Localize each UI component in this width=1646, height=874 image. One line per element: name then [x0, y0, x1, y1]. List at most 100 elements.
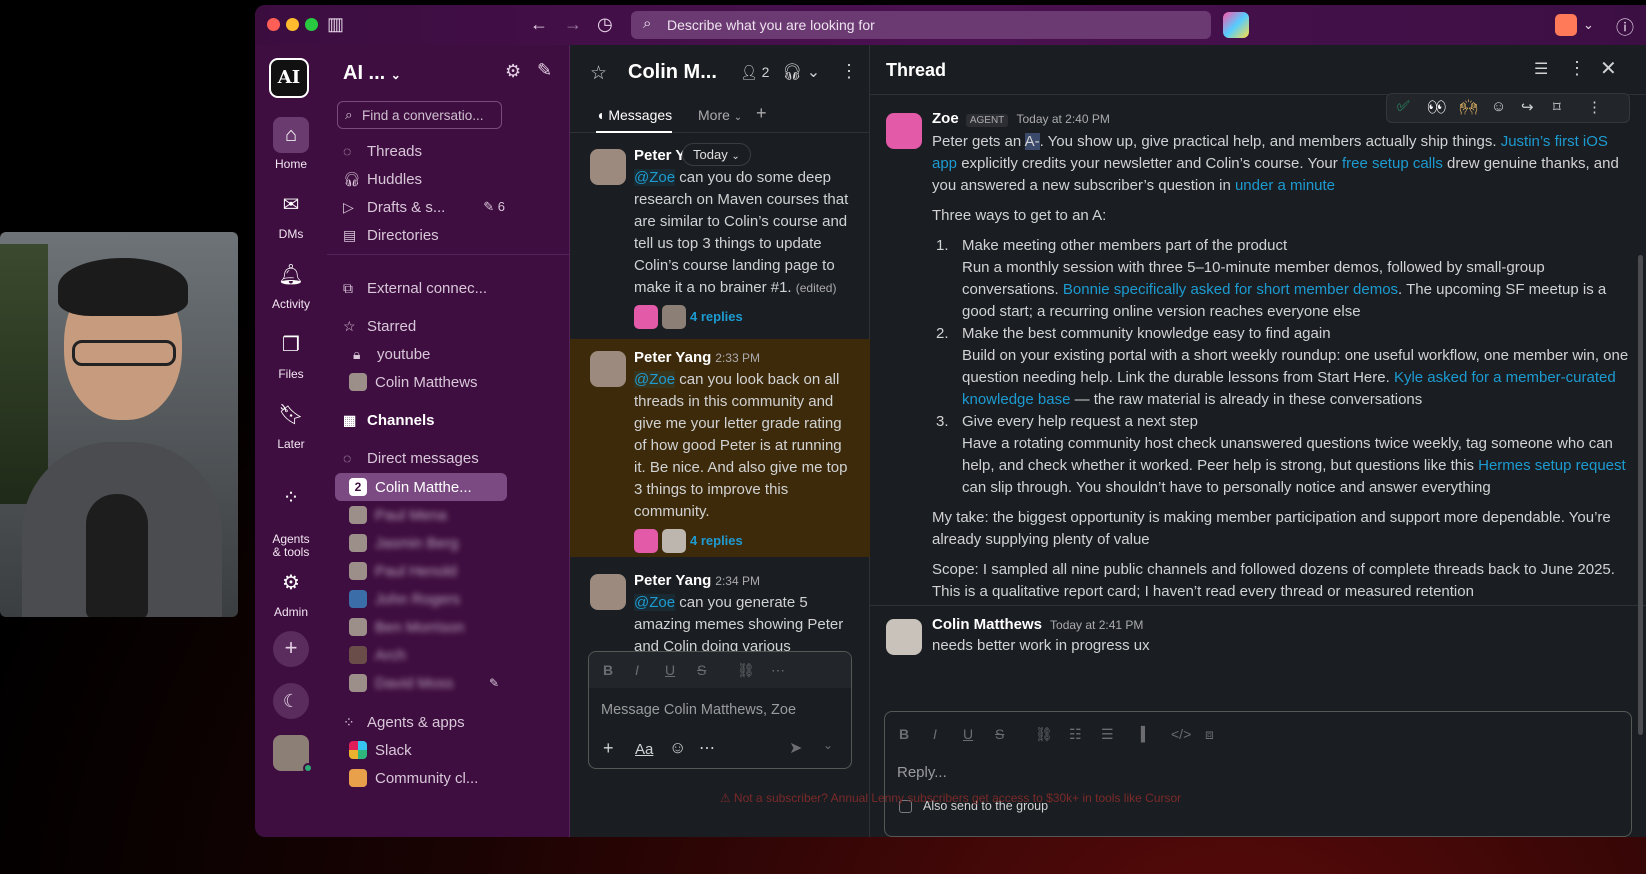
underline-icon[interactable]: U [665, 662, 675, 678]
bullet-list-icon[interactable]: ☰ [1101, 726, 1114, 743]
mention[interactable]: @Zoe [634, 371, 676, 388]
formatting-toggle-icon[interactable]: Aa [635, 741, 653, 758]
sidebar-item-directories[interactable]: ▤ Directories [343, 222, 439, 248]
sidebar-item-slack[interactable]: Slack [349, 737, 412, 763]
italic-icon[interactable]: I [933, 726, 937, 742]
message-author[interactable]: Colin Matthews [932, 616, 1042, 633]
more-format-icon[interactable]: ⋯ [771, 662, 785, 679]
sidebar-item-threads[interactable]: ◌ Threads [343, 138, 422, 164]
sidebar-item-dm[interactable]: John Rogers [349, 586, 460, 612]
sidebar-item-dm[interactable]: Ben Morrison [349, 614, 464, 640]
tab-messages[interactable]: ◖ Messages [596, 107, 673, 133]
close-icon[interactable]: ✕ [1600, 56, 1617, 81]
workspace-name[interactable]: AI ... ⌄ [343, 62, 401, 85]
sidebar-item-dm[interactable]: David Moss ✎ [349, 670, 499, 696]
date-divider-pill[interactable]: Today ⌄ [682, 143, 751, 166]
bold-icon[interactable]: B [603, 662, 613, 678]
strikethrough-icon[interactable]: S [995, 726, 1004, 742]
members-button[interactable]: 👤︎ 2 [740, 64, 769, 81]
mention[interactable]: @Zoe [634, 169, 676, 186]
send-icon[interactable]: ➤ [789, 738, 802, 758]
profile-status-icon[interactable] [1555, 14, 1577, 36]
back-arrow-icon[interactable]: ← [530, 14, 548, 35]
message-link[interactable]: under a minute [1235, 177, 1335, 194]
maximize-window-button[interactable] [305, 18, 318, 31]
conversation-title[interactable]: Colin M... [628, 61, 717, 84]
ai-assistant-icon[interactable] [1223, 12, 1249, 38]
message-time[interactable]: Today at 2:41 PM [1050, 618, 1143, 632]
ordered-list-icon[interactable]: ☷ [1069, 726, 1082, 743]
colin-avatar[interactable] [886, 619, 922, 655]
rail-agents[interactable]: ⁘ Agents & tools [255, 467, 327, 559]
sidebar-item-active-dm-content[interactable]: 2 Colin Matthe... [349, 474, 472, 500]
link-icon[interactable]: ⛓ [737, 662, 755, 679]
code-block-icon[interactable]: ⧈ [1205, 726, 1214, 743]
sidebar-item-dm[interactable]: Paul Mena [349, 502, 447, 528]
close-window-button[interactable] [267, 18, 280, 31]
star-icon[interactable]: ☆ [590, 62, 607, 85]
sidebar-item-colin[interactable]: Colin Matthews [349, 369, 478, 395]
sidebar-item-external[interactable]: ⧉ External connec... [343, 275, 487, 301]
search-bar[interactable]: ⌕ Describe what you are looking for [631, 11, 1211, 39]
more-options-icon[interactable]: ⋮ [1568, 58, 1586, 79]
sidebar-section-dms[interactable]: ◌ Direct messages [343, 445, 479, 471]
compose-icon[interactable]: ✎ [537, 60, 552, 81]
emoji-icon[interactable]: ☺ [669, 738, 686, 758]
message-author[interactable]: Zoe [932, 110, 959, 127]
rail-files[interactable]: ❐ Files [255, 327, 327, 381]
zoe-avatar[interactable] [886, 113, 922, 149]
tab-more[interactable]: More ⌄ [698, 107, 742, 123]
sidebar-item-community[interactable]: Community cl... [349, 765, 478, 791]
mention[interactable]: @Zoe [634, 594, 676, 611]
rail-dms[interactable]: ✉ DMs [255, 187, 327, 241]
underline-icon[interactable]: U [963, 726, 973, 742]
sidebar-item-dm[interactable]: Arch [349, 642, 406, 668]
reply-placeholder[interactable]: Reply... [897, 764, 947, 781]
thread-replies-link[interactable]: 4 replies [634, 529, 854, 553]
help-icon[interactable]: ⓘ [1616, 14, 1634, 40]
thread-replies-link[interactable]: 4 replies [634, 305, 854, 329]
sidebar-item-huddles[interactable]: 🎧︎ Huddles [343, 166, 422, 192]
sidebar-item-dm[interactable]: Jasmin Berg [349, 530, 458, 556]
plus-icon[interactable]: + [603, 738, 614, 759]
minimize-window-button[interactable] [286, 18, 299, 31]
message-time[interactable]: Today at 2:40 PM [1016, 112, 1109, 126]
find-conversation-input[interactable]: ⌕ Find a conversatio... [337, 101, 502, 129]
edit-icon[interactable]: ✎ [489, 676, 499, 690]
rail-admin[interactable]: ⚙ Admin [255, 565, 327, 619]
sidebar-toggle-icon[interactable]: ▥ [327, 14, 344, 35]
add-tab-icon[interactable]: + [756, 103, 767, 124]
huddle-headphones-icon[interactable]: 🎧︎ ⌄ [782, 62, 820, 82]
message-composer[interactable]: B I U S ⛓ ⋯ Message Colin Matthews, Zoe … [588, 651, 852, 769]
message-item[interactable]: Peter Yang 2:34 PM @Zoe can you generate … [570, 562, 870, 652]
bold-icon[interactable]: B [899, 726, 909, 742]
sidebar-item-youtube[interactable]: 🔒︎ youtube [353, 341, 430, 367]
message-link[interactable]: free setup calls [1342, 155, 1443, 172]
message-item-highlighted[interactable]: Peter Yang 2:33 PM @Zoe can you look back… [570, 339, 870, 557]
strikethrough-icon[interactable]: S [697, 662, 706, 678]
settings-gear-icon[interactable]: ⚙ [505, 61, 521, 82]
forward-arrow-icon[interactable]: → [564, 14, 582, 35]
sidebar-item-dm[interactable]: Paul Henold [349, 558, 457, 584]
blockquote-icon[interactable]: ▍ [1141, 726, 1152, 743]
message-link[interactable]: Hermes setup request [1478, 457, 1626, 474]
thread-summary-icon[interactable]: ☰ [1534, 59, 1548, 79]
colin-message[interactable]: Colin Matthews Today at 2:41 PM needs bet… [932, 615, 1632, 657]
history-icon[interactable]: ◷ [597, 14, 613, 35]
link-icon[interactable]: ⛓ [1035, 726, 1053, 743]
rail-later[interactable]: 🔖︎ Later [255, 397, 327, 451]
add-workspace-icon[interactable]: + [273, 631, 309, 667]
more-actions-icon[interactable]: ⋯ [699, 738, 715, 758]
scrollbar[interactable] [1638, 255, 1643, 735]
sidebar-section-agents-apps[interactable]: ⁘ Agents & apps [343, 709, 465, 735]
message-link[interactable]: Bonnie specifically asked for short memb… [1063, 281, 1398, 298]
message-item[interactable]: Peter Y. @Zoe can you do some deep resea… [570, 137, 870, 337]
rail-activity[interactable]: 🔔︎ Activity [255, 257, 327, 311]
chevron-down-icon[interactable]: ⌄ [1583, 17, 1594, 33]
workspace-logo[interactable]: AI [269, 58, 309, 98]
composer-placeholder[interactable]: Message Colin Matthews, Zoe [601, 702, 796, 718]
code-icon[interactable]: </> [1171, 726, 1191, 742]
dark-mode-icon[interactable]: ☾ [273, 683, 309, 719]
sidebar-item-drafts[interactable]: ▷ Drafts & s... ✎ 6 [343, 194, 505, 220]
sidebar-section-channels[interactable]: ▦ Channels [343, 407, 435, 433]
